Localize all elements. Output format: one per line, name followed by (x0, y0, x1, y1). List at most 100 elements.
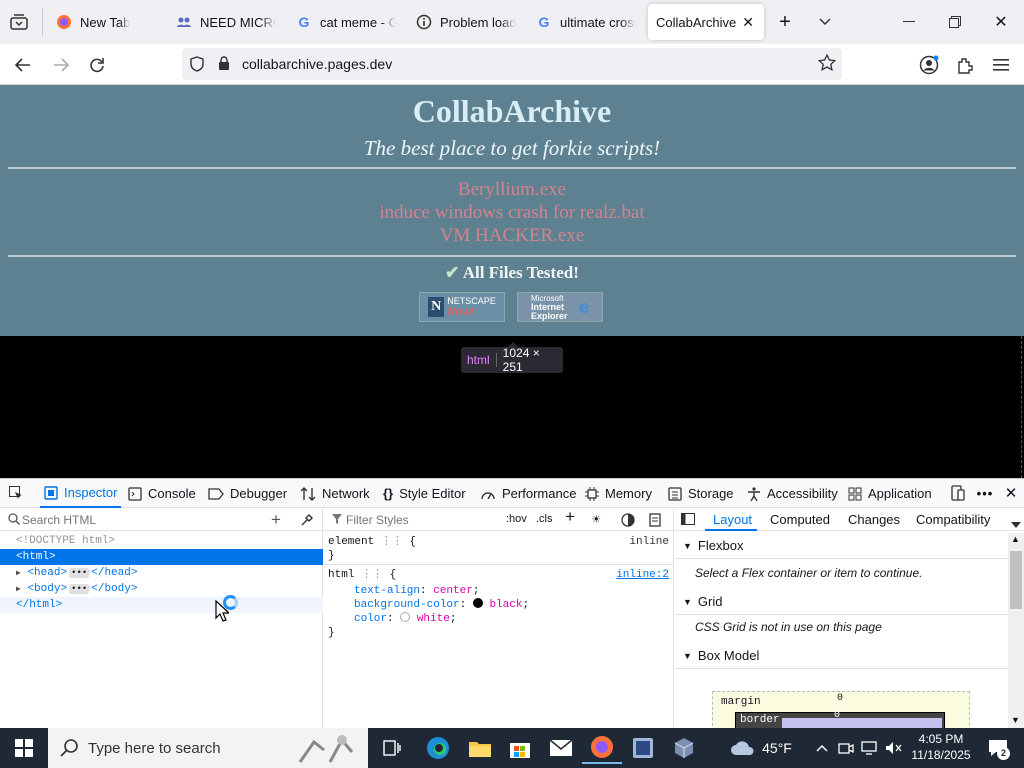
show-hidden-icons-chevron-icon[interactable] (810, 732, 834, 764)
tab-application[interactable]: Application (848, 479, 932, 508)
tab-new-tab[interactable]: New Tab (46, 4, 166, 40)
eyedropper-icon[interactable] (300, 513, 314, 530)
file-explorer-icon[interactable] (460, 732, 500, 764)
side-tab-computed[interactable]: Computed (770, 512, 830, 527)
volume-muted-icon[interactable] (882, 732, 906, 764)
cls-toggle[interactable]: .cls (536, 513, 553, 525)
tab-storage[interactable]: Storage (668, 479, 734, 508)
tab-style-editor[interactable]: {} Style Editor (383, 479, 466, 508)
expand-triangle-icon[interactable]: ▶ (16, 585, 21, 594)
app-cube-icon[interactable] (664, 732, 704, 764)
grid-section-header[interactable]: ▼ Grid (675, 589, 1008, 615)
close-devtools-icon[interactable]: ✕ (1001, 483, 1021, 503)
shield-icon[interactable] (190, 56, 204, 75)
margin-top-value[interactable]: 0 (837, 693, 843, 704)
html-rule[interactable]: html ⋮⋮ { (328, 568, 396, 582)
minimize-icon[interactable] (892, 8, 926, 36)
mail-icon[interactable] (541, 732, 581, 764)
tab-cat-meme[interactable]: G cat meme - Google (286, 4, 406, 40)
ellipsis-icon[interactable]: ••• (69, 568, 90, 578)
property-name[interactable]: color (354, 613, 387, 625)
system-clock[interactable]: 4:05 PM 11/18/2025 (908, 731, 974, 765)
print-media-icon[interactable] (649, 513, 661, 531)
bookmark-star-icon[interactable] (817, 53, 837, 75)
side-tab-compatibility[interactable]: Compatibility (916, 512, 990, 527)
search-html-input[interactable] (22, 511, 252, 528)
doctype-node[interactable]: <!DOCTYPE html> (0, 533, 323, 549)
close-tab-icon[interactable]: ✕ (742, 14, 754, 31)
declaration[interactable]: text-align: center; (354, 584, 479, 598)
declaration[interactable]: background-color: black; (354, 598, 529, 612)
side-tab-layout[interactable]: Layout (713, 512, 752, 527)
box-model-margin[interactable]: margin 0 border 0 (712, 691, 970, 732)
back-arrow-icon[interactable] (10, 52, 36, 78)
tab-debugger[interactable]: Debugger (208, 479, 287, 508)
property-value[interactable]: white (417, 613, 450, 625)
microsoft-store-icon[interactable] (500, 732, 540, 764)
filter-styles-input[interactable] (346, 511, 496, 528)
edge-browser-icon[interactable] (418, 732, 458, 764)
account-icon[interactable] (916, 52, 942, 78)
file-link[interactable]: Beryllium.exe (0, 179, 1024, 201)
file-link[interactable]: VM HACKER.exe (0, 225, 1024, 247)
color-swatch-white[interactable] (400, 612, 411, 622)
taskbar-search-box[interactable]: Type here to search (48, 728, 368, 768)
virtualbox-icon[interactable] (623, 732, 663, 764)
tab-problem-loading[interactable]: Problem loading page (406, 4, 526, 40)
sidebar-scrollbar[interactable]: ▲ ▼ (1008, 533, 1024, 729)
url-bar[interactable]: collabarchive.pages.dev (182, 48, 842, 80)
head-node[interactable]: ▶ <head> ••• </head> (0, 565, 323, 581)
tab-inspector[interactable]: Inspector (40, 479, 122, 508)
declaration[interactable]: color: white; (354, 612, 456, 626)
rule-source-link[interactable]: inline:2 (616, 568, 669, 582)
property-value[interactable]: black (489, 599, 522, 611)
reload-icon[interactable] (84, 52, 110, 78)
chevron-down-icon[interactable] (1011, 516, 1021, 531)
box-model-section-header[interactable]: ▼ Box Model (675, 643, 1008, 669)
lock-icon[interactable] (218, 56, 230, 74)
add-node-plus-icon[interactable]: + (271, 510, 281, 530)
task-view-icon[interactable] (372, 732, 412, 764)
html-close-node[interactable]: </html> (0, 597, 323, 613)
file-link[interactable]: induce windows crash for realz.bat (0, 202, 1024, 224)
notifications-icon[interactable]: 2 (978, 732, 1018, 764)
property-name[interactable]: background-color (354, 599, 460, 611)
color-swatch-black[interactable] (472, 598, 483, 608)
add-rule-plus-icon[interactable]: + (565, 509, 575, 528)
tab-accessibility[interactable]: Accessibility (747, 479, 838, 508)
weather-cloud-icon[interactable]: 45°F (726, 732, 796, 764)
meet-now-icon[interactable] (834, 732, 858, 764)
tab-memory[interactable]: Memory (585, 479, 652, 508)
more-options-icon[interactable]: ••• (975, 483, 995, 503)
element-picker-icon[interactable] (6, 483, 26, 503)
list-all-tabs-chevron-icon[interactable] (814, 11, 836, 33)
network-icon[interactable] (858, 732, 882, 764)
maximize-icon[interactable] (938, 8, 972, 36)
responsive-design-icon[interactable] (948, 483, 968, 503)
tab-ultimate-cross[interactable]: G ultimate cross-browser (526, 4, 646, 40)
property-name[interactable]: text-align (354, 585, 420, 597)
tab-need-microsoft[interactable]: NEED MICROSOFT (166, 4, 286, 40)
light-theme-sun-icon[interactable]: ☀ (592, 512, 600, 529)
hov-toggle[interactable]: :hov (506, 513, 527, 525)
expand-triangle-icon[interactable]: ▶ (16, 569, 21, 578)
extensions-icon[interactable] (952, 52, 978, 78)
html-node[interactable]: <html> (0, 549, 323, 565)
new-tab-plus-icon[interactable]: + (774, 11, 796, 33)
tab-performance[interactable]: Performance (480, 479, 576, 508)
tab-console[interactable]: Console (128, 479, 196, 508)
side-tab-changes[interactable]: Changes (848, 512, 900, 527)
tab-list-icon[interactable] (8, 11, 30, 33)
tab-collabarchive[interactable]: CollabArchive ✕ (648, 4, 764, 40)
toggle-sidebar-icon[interactable] (681, 513, 695, 528)
url-text[interactable]: collabarchive.pages.dev (242, 56, 392, 72)
windows-start-icon[interactable] (4, 732, 44, 764)
body-node[interactable]: ▶ <body> ••• </body> (0, 581, 323, 597)
close-window-icon[interactable]: ✕ (984, 8, 1018, 36)
element-rule[interactable]: element ⋮⋮ { (328, 535, 416, 549)
dark-theme-icon[interactable] (621, 513, 635, 531)
firefox-taskbar-icon[interactable] (582, 732, 622, 764)
tab-network[interactable]: Network (300, 479, 370, 508)
property-value[interactable]: center (433, 585, 473, 597)
menu-hamburger-icon[interactable] (988, 52, 1014, 78)
